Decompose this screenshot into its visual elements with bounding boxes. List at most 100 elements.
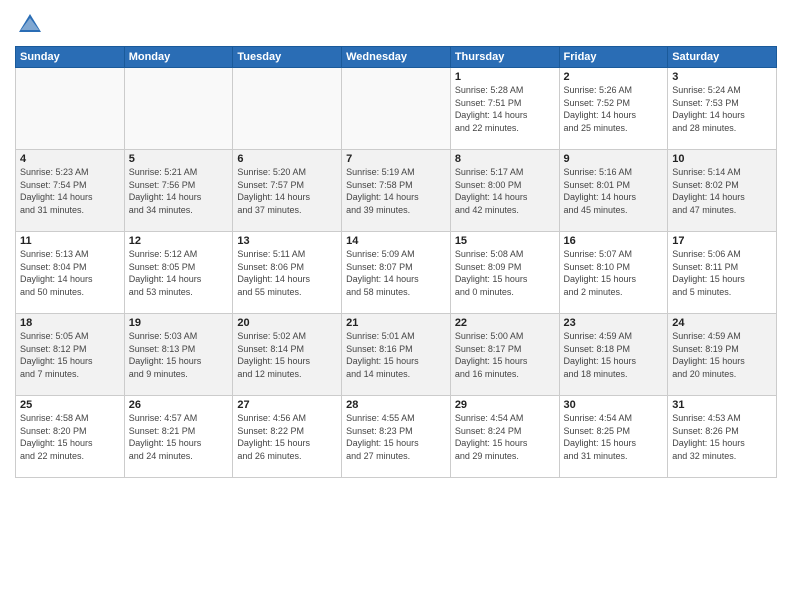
day-cell: 12Sunrise: 5:12 AM Sunset: 8:05 PM Dayli…	[124, 232, 233, 314]
day-number: 28	[346, 399, 446, 411]
day-cell: 1Sunrise: 5:28 AM Sunset: 7:51 PM Daylig…	[450, 68, 559, 150]
day-info: Sunrise: 5:28 AM Sunset: 7:51 PM Dayligh…	[455, 84, 555, 134]
day-cell	[233, 68, 342, 150]
day-number: 18	[20, 317, 120, 329]
day-info: Sunrise: 5:14 AM Sunset: 8:02 PM Dayligh…	[672, 166, 772, 216]
week-row-5: 25Sunrise: 4:58 AM Sunset: 8:20 PM Dayli…	[16, 396, 777, 478]
day-info: Sunrise: 5:09 AM Sunset: 8:07 PM Dayligh…	[346, 248, 446, 298]
day-number: 26	[129, 399, 229, 411]
day-cell: 24Sunrise: 4:59 AM Sunset: 8:19 PM Dayli…	[668, 314, 777, 396]
day-number: 20	[237, 317, 337, 329]
day-info: Sunrise: 5:02 AM Sunset: 8:14 PM Dayligh…	[237, 330, 337, 380]
day-number: 2	[564, 71, 664, 83]
day-number: 14	[346, 235, 446, 247]
day-info: Sunrise: 5:23 AM Sunset: 7:54 PM Dayligh…	[20, 166, 120, 216]
day-number: 10	[672, 153, 772, 165]
day-number: 24	[672, 317, 772, 329]
day-number: 12	[129, 235, 229, 247]
calendar-body: 1Sunrise: 5:28 AM Sunset: 7:51 PM Daylig…	[16, 68, 777, 478]
day-cell	[124, 68, 233, 150]
day-info: Sunrise: 5:26 AM Sunset: 7:52 PM Dayligh…	[564, 84, 664, 134]
day-number: 30	[564, 399, 664, 411]
day-number: 31	[672, 399, 772, 411]
day-number: 16	[564, 235, 664, 247]
day-number: 7	[346, 153, 446, 165]
day-number: 3	[672, 71, 772, 83]
logo-icon	[15, 10, 45, 40]
day-cell: 2Sunrise: 5:26 AM Sunset: 7:52 PM Daylig…	[559, 68, 668, 150]
week-row-2: 4Sunrise: 5:23 AM Sunset: 7:54 PM Daylig…	[16, 150, 777, 232]
day-info: Sunrise: 5:20 AM Sunset: 7:57 PM Dayligh…	[237, 166, 337, 216]
day-cell: 18Sunrise: 5:05 AM Sunset: 8:12 PM Dayli…	[16, 314, 125, 396]
day-info: Sunrise: 5:00 AM Sunset: 8:17 PM Dayligh…	[455, 330, 555, 380]
day-number: 25	[20, 399, 120, 411]
week-row-3: 11Sunrise: 5:13 AM Sunset: 8:04 PM Dayli…	[16, 232, 777, 314]
day-number: 1	[455, 71, 555, 83]
day-cell: 5Sunrise: 5:21 AM Sunset: 7:56 PM Daylig…	[124, 150, 233, 232]
day-info: Sunrise: 4:56 AM Sunset: 8:22 PM Dayligh…	[237, 412, 337, 462]
day-cell: 30Sunrise: 4:54 AM Sunset: 8:25 PM Dayli…	[559, 396, 668, 478]
day-cell: 31Sunrise: 4:53 AM Sunset: 8:26 PM Dayli…	[668, 396, 777, 478]
day-cell: 11Sunrise: 5:13 AM Sunset: 8:04 PM Dayli…	[16, 232, 125, 314]
day-number: 21	[346, 317, 446, 329]
day-cell: 22Sunrise: 5:00 AM Sunset: 8:17 PM Dayli…	[450, 314, 559, 396]
day-cell: 13Sunrise: 5:11 AM Sunset: 8:06 PM Dayli…	[233, 232, 342, 314]
day-number: 5	[129, 153, 229, 165]
weekday-header-monday: Monday	[124, 47, 233, 68]
day-cell: 17Sunrise: 5:06 AM Sunset: 8:11 PM Dayli…	[668, 232, 777, 314]
day-number: 29	[455, 399, 555, 411]
weekday-header-tuesday: Tuesday	[233, 47, 342, 68]
logo	[15, 10, 49, 40]
weekday-row: SundayMondayTuesdayWednesdayThursdayFrid…	[16, 47, 777, 68]
day-info: Sunrise: 5:07 AM Sunset: 8:10 PM Dayligh…	[564, 248, 664, 298]
weekday-header-saturday: Saturday	[668, 47, 777, 68]
day-cell: 14Sunrise: 5:09 AM Sunset: 8:07 PM Dayli…	[342, 232, 451, 314]
week-row-1: 1Sunrise: 5:28 AM Sunset: 7:51 PM Daylig…	[16, 68, 777, 150]
day-cell: 15Sunrise: 5:08 AM Sunset: 8:09 PM Dayli…	[450, 232, 559, 314]
weekday-header-friday: Friday	[559, 47, 668, 68]
day-info: Sunrise: 5:12 AM Sunset: 8:05 PM Dayligh…	[129, 248, 229, 298]
day-cell: 4Sunrise: 5:23 AM Sunset: 7:54 PM Daylig…	[16, 150, 125, 232]
day-info: Sunrise: 4:58 AM Sunset: 8:20 PM Dayligh…	[20, 412, 120, 462]
day-number: 22	[455, 317, 555, 329]
weekday-header-sunday: Sunday	[16, 47, 125, 68]
day-cell	[16, 68, 125, 150]
day-info: Sunrise: 4:59 AM Sunset: 8:19 PM Dayligh…	[672, 330, 772, 380]
day-info: Sunrise: 4:53 AM Sunset: 8:26 PM Dayligh…	[672, 412, 772, 462]
day-info: Sunrise: 5:17 AM Sunset: 8:00 PM Dayligh…	[455, 166, 555, 216]
weekday-header-wednesday: Wednesday	[342, 47, 451, 68]
week-row-4: 18Sunrise: 5:05 AM Sunset: 8:12 PM Dayli…	[16, 314, 777, 396]
day-cell: 9Sunrise: 5:16 AM Sunset: 8:01 PM Daylig…	[559, 150, 668, 232]
day-info: Sunrise: 5:05 AM Sunset: 8:12 PM Dayligh…	[20, 330, 120, 380]
day-cell: 10Sunrise: 5:14 AM Sunset: 8:02 PM Dayli…	[668, 150, 777, 232]
day-number: 27	[237, 399, 337, 411]
day-info: Sunrise: 4:55 AM Sunset: 8:23 PM Dayligh…	[346, 412, 446, 462]
day-info: Sunrise: 4:54 AM Sunset: 8:25 PM Dayligh…	[564, 412, 664, 462]
day-cell: 23Sunrise: 4:59 AM Sunset: 8:18 PM Dayli…	[559, 314, 668, 396]
day-number: 15	[455, 235, 555, 247]
day-cell: 6Sunrise: 5:20 AM Sunset: 7:57 PM Daylig…	[233, 150, 342, 232]
day-number: 4	[20, 153, 120, 165]
day-cell: 25Sunrise: 4:58 AM Sunset: 8:20 PM Dayli…	[16, 396, 125, 478]
day-cell: 8Sunrise: 5:17 AM Sunset: 8:00 PM Daylig…	[450, 150, 559, 232]
calendar-header: SundayMondayTuesdayWednesdayThursdayFrid…	[16, 47, 777, 68]
day-cell: 19Sunrise: 5:03 AM Sunset: 8:13 PM Dayli…	[124, 314, 233, 396]
header	[15, 10, 777, 40]
day-number: 17	[672, 235, 772, 247]
calendar-table: SundayMondayTuesdayWednesdayThursdayFrid…	[15, 46, 777, 478]
day-cell: 29Sunrise: 4:54 AM Sunset: 8:24 PM Dayli…	[450, 396, 559, 478]
weekday-header-thursday: Thursday	[450, 47, 559, 68]
day-info: Sunrise: 4:59 AM Sunset: 8:18 PM Dayligh…	[564, 330, 664, 380]
day-number: 9	[564, 153, 664, 165]
day-info: Sunrise: 5:06 AM Sunset: 8:11 PM Dayligh…	[672, 248, 772, 298]
day-cell: 16Sunrise: 5:07 AM Sunset: 8:10 PM Dayli…	[559, 232, 668, 314]
day-info: Sunrise: 5:16 AM Sunset: 8:01 PM Dayligh…	[564, 166, 664, 216]
day-number: 11	[20, 235, 120, 247]
day-cell: 26Sunrise: 4:57 AM Sunset: 8:21 PM Dayli…	[124, 396, 233, 478]
day-info: Sunrise: 5:24 AM Sunset: 7:53 PM Dayligh…	[672, 84, 772, 134]
day-info: Sunrise: 5:13 AM Sunset: 8:04 PM Dayligh…	[20, 248, 120, 298]
day-cell: 28Sunrise: 4:55 AM Sunset: 8:23 PM Dayli…	[342, 396, 451, 478]
page-container: SundayMondayTuesdayWednesdayThursdayFrid…	[0, 0, 792, 612]
day-cell: 7Sunrise: 5:19 AM Sunset: 7:58 PM Daylig…	[342, 150, 451, 232]
day-info: Sunrise: 5:19 AM Sunset: 7:58 PM Dayligh…	[346, 166, 446, 216]
